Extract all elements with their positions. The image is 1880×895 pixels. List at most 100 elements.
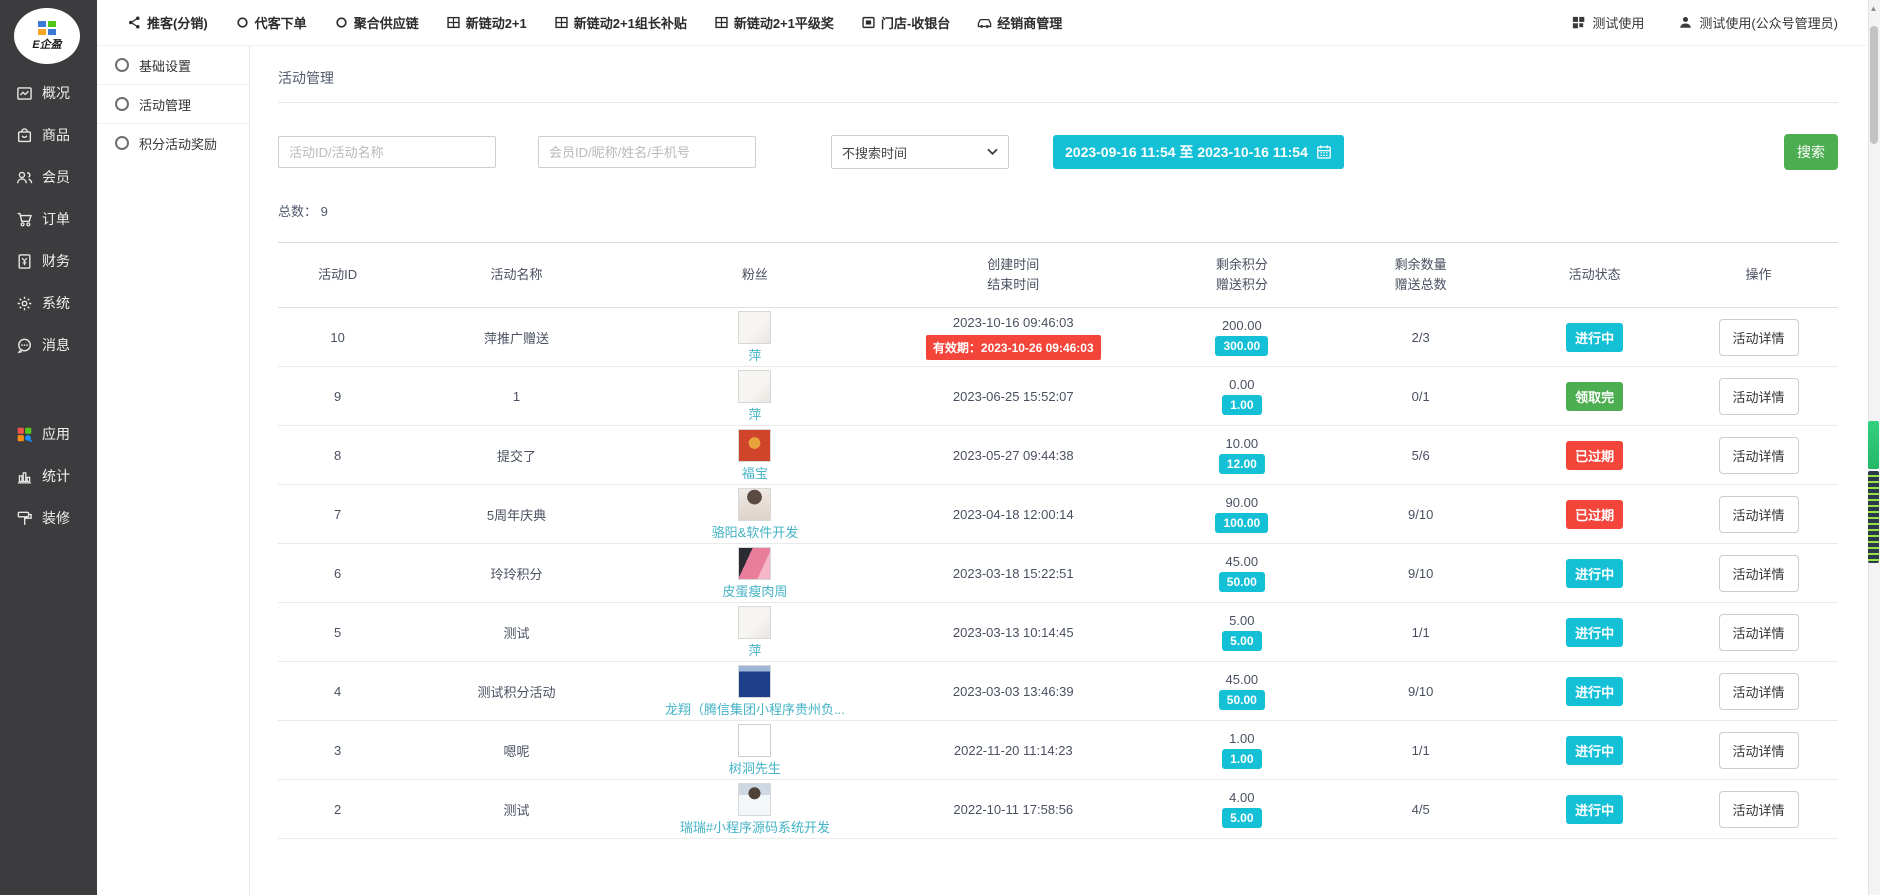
sidebar-item-9[interactable]: 统计 bbox=[0, 455, 97, 497]
circle-icon bbox=[235, 15, 250, 30]
grid4-icon bbox=[1571, 15, 1586, 30]
sidebar-item-5[interactable]: 财务 bbox=[0, 240, 97, 282]
quantity-cell: 1/1 bbox=[1331, 625, 1510, 640]
table-row: 6玲玲积分皮蛋瘦肉周2023-03-18 15:22:5145.0050.009… bbox=[278, 544, 1838, 603]
column-header: 活动状态 bbox=[1510, 265, 1679, 285]
status-cell: 进行中 bbox=[1510, 618, 1679, 647]
sidebar-item-8[interactable]: 应用 bbox=[0, 413, 97, 455]
activity-detail-button[interactable]: 活动详情 bbox=[1719, 378, 1799, 415]
scroll-indicator-widget-top bbox=[1868, 421, 1879, 469]
topnav-items: 推客(分销) 代客下单 聚合供应链 新链动2+1 新链动2+1组长补贴 新链动2+1平级奖… bbox=[127, 13, 1089, 32]
sidebar-item-3[interactable]: 会员 bbox=[0, 156, 97, 198]
topnav-user-label: 测试使用 bbox=[1592, 13, 1644, 32]
sidebar-item-7[interactable]: 消息 bbox=[0, 324, 97, 366]
action-cell: 活动详情 bbox=[1679, 791, 1838, 828]
status-cell: 进行中 bbox=[1510, 677, 1679, 706]
topnav-item[interactable]: 新链动2+1 bbox=[446, 13, 527, 32]
action-cell: 活动详情 bbox=[1679, 732, 1838, 769]
topnav-item[interactable]: 推客(分销) bbox=[127, 13, 208, 32]
remaining-points: 10.00 bbox=[1226, 436, 1259, 451]
topnav-item[interactable]: 门店-收银台 bbox=[861, 13, 950, 32]
fan-name-link[interactable]: 皮蛋瘦肉周 bbox=[722, 581, 787, 600]
points-cell: 45.0050.00 bbox=[1152, 554, 1331, 592]
quantity-cell: 2/3 bbox=[1331, 330, 1510, 345]
fan-cell: 树洞先生 bbox=[636, 724, 874, 777]
topnav-item[interactable]: 代客下单 bbox=[235, 13, 307, 32]
time-filter-select[interactable]: 不搜索时间 bbox=[831, 135, 1009, 169]
topnav-item[interactable]: 聚合供应链 bbox=[334, 13, 419, 32]
fan-name-link[interactable]: 萍 bbox=[748, 404, 761, 423]
table-row: 75周年庆典骆阳&软件开发2023-04-18 12:00:1490.00100… bbox=[278, 485, 1838, 544]
submenu-item-3[interactable]: 积分活动奖励 bbox=[97, 124, 249, 162]
topnav-item[interactable]: 新链动2+1组长补贴 bbox=[554, 13, 687, 32]
table-row: 10萍推广赠送萍2023-10-16 09:46:03有效期：2023-10-2… bbox=[278, 308, 1838, 367]
table-row: 4测试积分活动龙翔（腾信集团小程序贵州负...2023-03-03 13:46:… bbox=[278, 662, 1838, 721]
activity-detail-button[interactable]: 活动详情 bbox=[1719, 319, 1799, 356]
sidebar-item-4[interactable]: 订单 bbox=[0, 198, 97, 240]
remaining-points: 4.00 bbox=[1229, 790, 1254, 805]
fan-name-link[interactable]: 萍 bbox=[748, 345, 761, 364]
quantity-cell: 0/1 bbox=[1331, 389, 1510, 404]
activity-id: 8 bbox=[278, 448, 397, 463]
sidebar-item-label: 消息 bbox=[42, 335, 70, 355]
column-header-line: 剩余积分 bbox=[1216, 255, 1268, 275]
validity-badge: 有效期：2023-10-26 09:46:03 bbox=[926, 335, 1101, 360]
fan-name-link[interactable]: 骆阳&软件开发 bbox=[712, 522, 799, 541]
app-root: E企盈 概况商品会员订单财务系统消息应用统计装修 推客(分销)代客下单聚合供应链… bbox=[0, 0, 1880, 895]
fan-name-link[interactable]: 萍 bbox=[748, 640, 761, 659]
fan-name-link[interactable]: 龙翔（腾信集团小程序贵州负... bbox=[665, 699, 845, 718]
topnav-user-menu[interactable]: 测试使用 bbox=[1571, 13, 1644, 32]
activity-id: 5 bbox=[278, 625, 397, 640]
fan-avatar bbox=[738, 311, 771, 344]
search-button[interactable]: 搜索 bbox=[1784, 134, 1838, 170]
sidebar-item-label: 概况 bbox=[42, 83, 70, 103]
scrollbar-up-arrow[interactable]: ▲ bbox=[1868, 4, 1879, 13]
quantity-cell: 9/10 bbox=[1331, 507, 1510, 522]
time-cell: 2023-03-13 10:14:45 bbox=[874, 625, 1152, 640]
sidebar-item-1[interactable]: 概况 bbox=[0, 72, 97, 114]
sidebar-item-10[interactable]: 装修 bbox=[0, 497, 97, 539]
date-range-button[interactable]: 2023-09-16 11:54 至 2023-10-16 11:54 bbox=[1053, 135, 1344, 169]
submenu-item-2[interactable]: 活动管理 bbox=[97, 85, 249, 124]
points-cell: 0.001.00 bbox=[1152, 377, 1331, 415]
time-cell: 2022-11-20 11:14:23 bbox=[874, 743, 1152, 758]
topnav-item-label: 经销商管理 bbox=[997, 13, 1062, 32]
created-time: 2022-11-20 11:14:23 bbox=[954, 743, 1073, 758]
activity-detail-button[interactable]: 活动详情 bbox=[1719, 732, 1799, 769]
fan-cell: 龙翔（腾信集团小程序贵州负... bbox=[636, 665, 874, 718]
activity-detail-button[interactable]: 活动详情 bbox=[1719, 555, 1799, 592]
action-cell: 活动详情 bbox=[1679, 437, 1838, 474]
overview-icon bbox=[16, 85, 33, 102]
sidebar-item-label: 订单 bbox=[42, 209, 70, 229]
submenu-item-1[interactable]: 基础设置 bbox=[97, 46, 249, 85]
topnav-item[interactable]: 经销商管理 bbox=[977, 13, 1062, 32]
topnav-user-menu[interactable]: 测试使用(公众号管理员) bbox=[1678, 13, 1838, 32]
activity-detail-button[interactable]: 活动详情 bbox=[1719, 496, 1799, 533]
sub-menu: 基础设置活动管理积分活动奖励 bbox=[97, 46, 250, 895]
activity-search-input[interactable] bbox=[278, 136, 496, 168]
activity-detail-button[interactable]: 活动详情 bbox=[1719, 673, 1799, 710]
points-cell: 200.00300.00 bbox=[1152, 318, 1331, 356]
member-search-input[interactable] bbox=[538, 136, 756, 168]
fan-name-link[interactable]: 瑞瑞#小程序源码系统开发 bbox=[680, 817, 830, 836]
topnav-item-label: 门店-收银台 bbox=[881, 13, 950, 32]
activity-detail-button[interactable]: 活动详情 bbox=[1719, 791, 1799, 828]
activity-detail-button[interactable]: 活动详情 bbox=[1719, 437, 1799, 474]
topnav-item[interactable]: 新链动2+1平级奖 bbox=[714, 13, 834, 32]
activity-detail-button[interactable]: 活动详情 bbox=[1719, 614, 1799, 651]
column-header-line: 活动ID bbox=[318, 265, 357, 285]
status-badge: 进行中 bbox=[1566, 677, 1623, 706]
activity-name: 5周年庆典 bbox=[397, 505, 635, 524]
fan-name-link[interactable]: 福宝 bbox=[742, 463, 768, 482]
page-scrollbar-thumb[interactable] bbox=[1870, 26, 1878, 144]
fan-name-link[interactable]: 树洞先生 bbox=[729, 758, 781, 777]
time-cell: 2023-03-03 13:46:39 bbox=[874, 684, 1152, 699]
time-cell: 2023-06-25 15:52:07 bbox=[874, 389, 1152, 404]
submenu-item-label: 基础设置 bbox=[139, 56, 191, 75]
status-badge: 领取完 bbox=[1566, 382, 1623, 411]
created-time: 2022-10-11 17:58:56 bbox=[953, 802, 1073, 817]
sidebar-item-label: 统计 bbox=[42, 466, 70, 486]
sidebar-item-6[interactable]: 系统 bbox=[0, 282, 97, 324]
sidebar-item-label: 系统 bbox=[42, 293, 70, 313]
sidebar-item-2[interactable]: 商品 bbox=[0, 114, 97, 156]
